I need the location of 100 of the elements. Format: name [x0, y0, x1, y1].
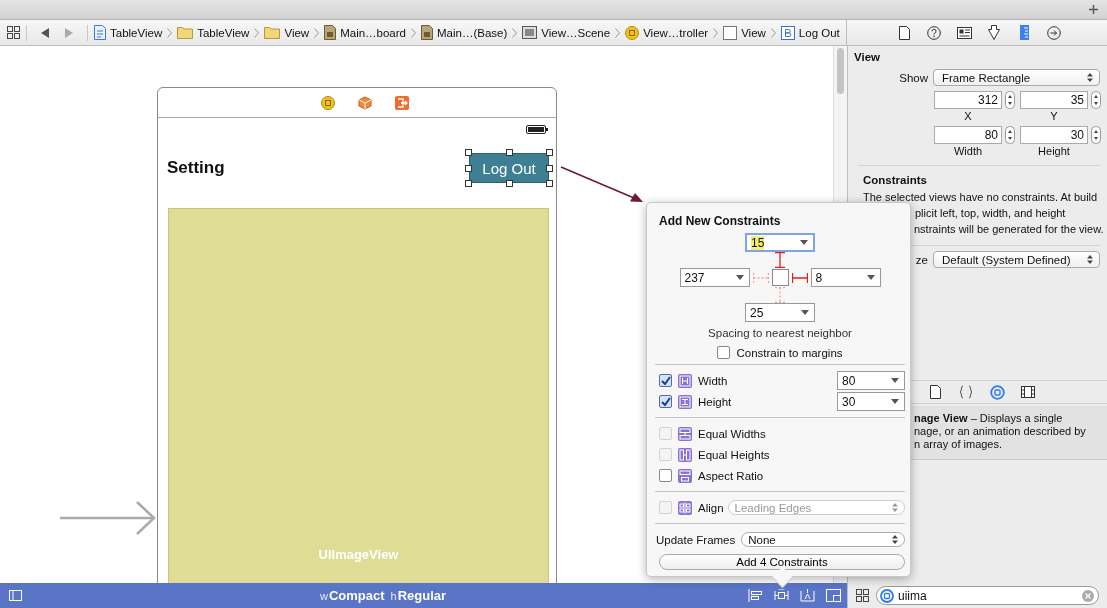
checkbox[interactable] [659, 395, 672, 408]
height-constraint-icon [678, 394, 692, 409]
breadcrumb-item[interactable]: Main…(Base) [437, 26, 508, 39]
breadcrumb-item[interactable]: TableView [197, 26, 250, 39]
pin-icon[interactable] [774, 589, 789, 602]
checkbox[interactable] [717, 346, 731, 359]
width-constraint-icon [678, 373, 692, 388]
resize-handle[interactable] [546, 149, 553, 156]
stepper-icon[interactable] [1005, 91, 1015, 109]
update-frames-popup[interactable]: None [741, 532, 905, 547]
stepper-icon[interactable] [1091, 126, 1101, 144]
breadcrumb-item[interactable]: View [741, 26, 766, 39]
spacing-field[interactable]: 25 [745, 303, 815, 322]
breadcrumb-item[interactable]: Main…board [340, 26, 406, 39]
spacing-caption: Spacing to nearest neighbor [707, 326, 853, 339]
scrollbar-thumb[interactable] [837, 48, 844, 94]
file-template-tab[interactable] [927, 384, 943, 400]
checkbox-label: Constrain to margins [736, 346, 843, 359]
identity-tab[interactable] [956, 24, 972, 41]
chevron-icon [713, 27, 719, 38]
breadcrumb-item[interactable]: TableView [110, 26, 163, 39]
field-label: ze [915, 253, 928, 266]
controller-icon[interactable] [321, 95, 335, 110]
help-tab[interactable] [926, 24, 942, 41]
description-text: The selected views have no constraints. At build [862, 190, 1099, 205]
search-field[interactable]: uiima [876, 586, 1099, 605]
add-constraints-button[interactable]: Add 4 Constraints [659, 554, 905, 570]
resolve-icon[interactable] [800, 589, 815, 602]
description-text: nstraints will be generated for the view. [913, 222, 1105, 237]
resize-handle[interactable] [465, 180, 472, 187]
resize-handle[interactable] [546, 165, 553, 172]
document-icon [94, 25, 106, 40]
breadcrumb-item[interactable]: View…troller [643, 26, 709, 39]
back-icon[interactable] [41, 27, 49, 38]
number-field[interactable]: 35 [1020, 91, 1088, 109]
battery-icon [526, 125, 548, 134]
view-square [771, 269, 789, 286]
constraint-label: Align [698, 501, 724, 514]
constraint-label: Height [698, 395, 732, 408]
resizing-icon[interactable] [826, 589, 841, 602]
caret-icon [735, 275, 744, 280]
spacing-strut[interactable] [791, 271, 808, 284]
size-class-label[interactable]: hRegular [390, 588, 447, 603]
breadcrumb-item[interactable]: View [284, 26, 310, 39]
resize-handle[interactable] [506, 149, 513, 156]
align-icon[interactable] [748, 589, 763, 602]
field-label: Update Frames [656, 533, 736, 546]
updown-icon [1087, 73, 1093, 82]
equal-widths-icon [678, 426, 692, 441]
image-view-label: UIImageView [317, 547, 400, 562]
connections-tab[interactable] [1046, 24, 1062, 41]
chevron-icon [512, 27, 518, 38]
caret-icon [866, 275, 875, 280]
grid-icon[interactable] [856, 589, 869, 602]
resize-handle[interactable] [465, 149, 472, 156]
field-caption: Width [952, 144, 984, 157]
checkbox[interactable] [659, 374, 672, 387]
number-field[interactable]: 312 [934, 91, 1002, 109]
size-class-label[interactable]: wCompact [320, 588, 385, 603]
log-out-button[interactable]: Log Out [469, 153, 549, 183]
chevron-icon [167, 27, 173, 38]
folder-icon [177, 26, 194, 39]
cube-icon[interactable] [358, 95, 372, 110]
updown-icon [1087, 255, 1093, 264]
resize-handle[interactable] [546, 180, 553, 187]
resize-handle[interactable] [465, 165, 472, 172]
media-library-tab[interactable] [1020, 384, 1036, 400]
exit-icon[interactable] [395, 95, 409, 110]
spacing-field[interactable]: 8 [810, 268, 881, 287]
spacing-strut[interactable] [774, 252, 786, 268]
object-library-tab[interactable] [989, 384, 1005, 400]
constant-field[interactable]: 80 [837, 371, 905, 390]
caret-icon [891, 378, 899, 383]
stepper-icon[interactable] [1005, 126, 1015, 144]
breadcrumb-item[interactable]: View…Scene [541, 26, 611, 39]
resize-handle[interactable] [506, 180, 513, 187]
sidebar-toggle-icon[interactable] [9, 590, 22, 601]
stepper-icon[interactable] [1091, 91, 1101, 109]
add-icon[interactable] [1089, 5, 1098, 14]
checkbox[interactable] [659, 469, 672, 482]
number-field[interactable]: 30 [1020, 126, 1088, 144]
spacing-field[interactable]: 237 [679, 268, 750, 287]
intrinsic-size-popup[interactable]: Default (System Defined) [933, 251, 1100, 268]
field-caption: Y [1049, 109, 1059, 122]
number-field[interactable]: 80 [934, 126, 1002, 144]
show-popup[interactable]: Frame Rectangle [933, 69, 1100, 86]
field-caption: Height [1037, 144, 1071, 157]
breadcrumb-item[interactable]: Log Out [798, 26, 840, 39]
updown-icon [892, 535, 898, 544]
attributes-tab[interactable] [986, 24, 1002, 41]
file-inspector-tab[interactable] [896, 24, 912, 41]
grid-icon[interactable] [7, 26, 20, 39]
code-snippet-tab[interactable] [958, 384, 974, 400]
chevron-icon [314, 27, 320, 38]
constant-field[interactable]: 30 [837, 392, 905, 411]
spacing-field[interactable]: 15 [745, 233, 815, 252]
library-description: nage, or an animation described by [914, 425, 1087, 438]
constraint-label: Aspect Ratio [698, 469, 764, 482]
popover-title: Add New Constraints [658, 213, 782, 228]
folder-icon [264, 26, 281, 39]
